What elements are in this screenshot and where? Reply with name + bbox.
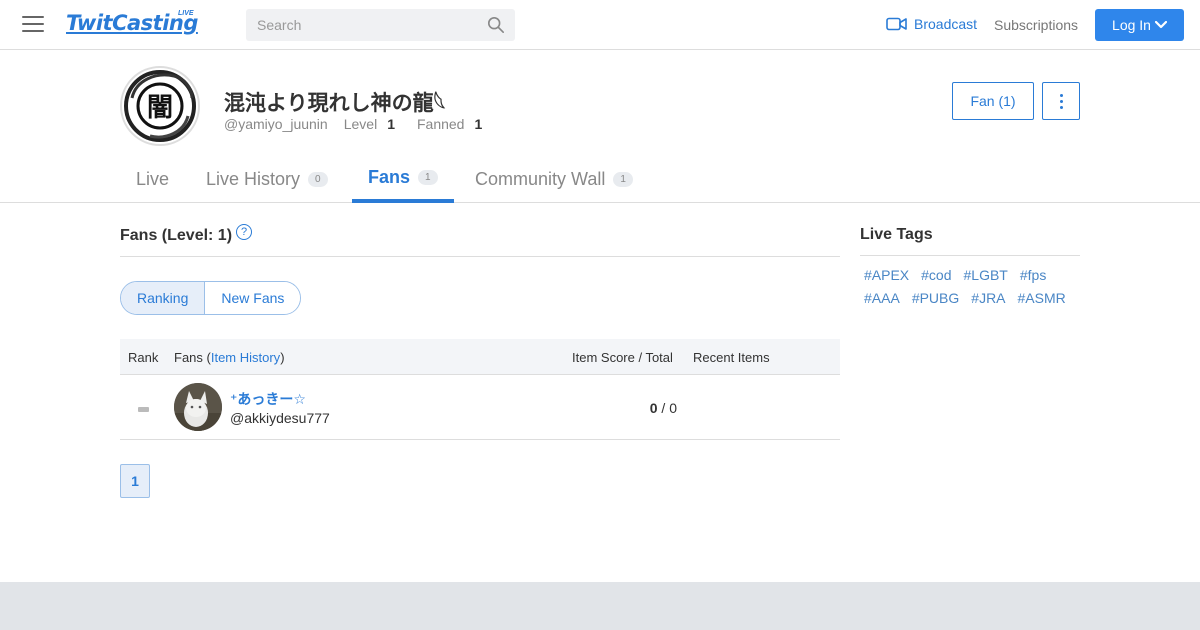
live-tags-title: Live Tags bbox=[860, 226, 933, 243]
tab-count-badge: 1 bbox=[613, 171, 633, 187]
tab-label: Live bbox=[136, 168, 170, 189]
hamburger-menu-icon[interactable] bbox=[22, 16, 44, 34]
broadcast-label: Broadcast bbox=[914, 16, 978, 32]
recent-items-column-header: Recent Items bbox=[693, 350, 770, 365]
more-options-button[interactable] bbox=[1042, 82, 1080, 120]
section-divider bbox=[120, 256, 840, 257]
subscriptions-link[interactable]: Subscriptions bbox=[994, 17, 1078, 33]
item-history-link[interactable]: Item History bbox=[211, 350, 280, 365]
chevron-down-icon bbox=[1154, 21, 1167, 29]
profile-handle: @yamiyo_juunin bbox=[224, 116, 328, 132]
fan-button[interactable]: Fan (1) bbox=[952, 82, 1034, 120]
sidebar-divider bbox=[860, 255, 1080, 256]
fans-table-header: Rank Fans (Item History) Item Score / To… bbox=[120, 339, 840, 375]
tag-link[interactable]: #cod bbox=[917, 266, 955, 289]
search-box bbox=[246, 9, 515, 41]
profile-avatar: 闇 bbox=[120, 66, 200, 146]
pagination-page-1[interactable]: 1 bbox=[120, 464, 150, 498]
tag-link[interactable]: #PUBG bbox=[908, 289, 963, 312]
fanned-label: Fanned bbox=[416, 116, 465, 132]
white-cat-photo bbox=[174, 383, 222, 431]
profile-name: 混沌より現れし神の龍𓆩 bbox=[224, 91, 446, 115]
total-value: 0 bbox=[669, 400, 677, 416]
level-value: 1 bbox=[387, 116, 395, 132]
fans-column-prefix: Fans ( bbox=[174, 350, 211, 365]
fan-handle: @akkiydesu777 bbox=[230, 410, 330, 426]
profile-tabs: Live Live History 0 Fans 1 Community Wal… bbox=[0, 155, 1200, 203]
rank-placeholder-dash bbox=[138, 407, 149, 412]
fans-section-title-text: Fans (Level: 1) bbox=[120, 227, 233, 244]
broadcast-link[interactable]: Broadcast bbox=[886, 16, 977, 32]
tab-live-history[interactable]: Live History 0 bbox=[190, 155, 344, 203]
score-value: 0 bbox=[649, 400, 658, 416]
tab-count-badge: 1 bbox=[418, 169, 438, 185]
kebab-menu-icon bbox=[1059, 93, 1063, 109]
fan-name-link[interactable]: ⁺あっきー☆ bbox=[230, 389, 306, 409]
search-icon[interactable] bbox=[487, 16, 505, 34]
tag-link[interactable]: #ASMR bbox=[1014, 289, 1070, 312]
new-fans-toggle-button[interactable]: New Fans bbox=[205, 282, 301, 314]
score-column-header: Item Score / Total bbox=[572, 350, 673, 365]
login-label: Log In bbox=[1112, 17, 1151, 33]
tag-link[interactable]: #fps bbox=[1016, 266, 1050, 289]
tab-count-badge: 0 bbox=[308, 171, 328, 187]
tab-community-wall[interactable]: Community Wall 1 bbox=[459, 155, 649, 203]
fanned-value: 1 bbox=[474, 116, 483, 132]
level-label: Level bbox=[343, 116, 378, 132]
fans-column-header: Fans (Item History) bbox=[174, 350, 285, 365]
score-separator: / bbox=[657, 400, 670, 416]
ranking-toggle-button[interactable]: Ranking bbox=[121, 282, 206, 314]
fans-section-title: Fans (Level: 1) ? bbox=[120, 224, 253, 245]
top-navigation-bar: TwitCasting LIVE Broadcast Subscriptions… bbox=[0, 0, 1200, 50]
fans-column-suffix: ) bbox=[280, 350, 285, 365]
tab-live[interactable]: Live bbox=[120, 155, 185, 203]
rank-column-header: Rank bbox=[128, 350, 159, 365]
tab-label: Community Wall bbox=[475, 168, 606, 189]
tab-label: Fans bbox=[368, 166, 411, 187]
fans-sort-toggle: Ranking New Fans bbox=[120, 281, 302, 315]
fan-avatar[interactable] bbox=[174, 383, 222, 431]
search-input[interactable] bbox=[246, 9, 476, 41]
profile-meta: @yamiyo_juunin Level 1 Fanned 1 bbox=[224, 116, 504, 132]
tab-fans[interactable]: Fans 1 bbox=[352, 155, 454, 203]
tag-link[interactable]: #LGBT bbox=[960, 266, 1012, 289]
twitcasting-logo[interactable]: TwitCasting LIVE bbox=[66, 10, 198, 39]
logo-live-badge: LIVE bbox=[178, 10, 194, 17]
dragon-emblem-image: 闇 bbox=[124, 70, 196, 142]
tab-label: Live History bbox=[206, 168, 301, 189]
avatar-glyph: 闇 bbox=[147, 93, 173, 123]
table-row: ⁺あっきー☆ @akkiydesu777 0 / 0 bbox=[120, 375, 840, 440]
tag-link[interactable]: #JRA bbox=[967, 289, 1009, 312]
live-tags-list: #APEX #cod #LGBT #fps #AAA #PUBG #JRA #A… bbox=[860, 266, 1080, 312]
help-question-icon[interactable]: ? bbox=[236, 224, 253, 240]
tag-link[interactable]: #AAA bbox=[860, 289, 904, 312]
page-footer bbox=[0, 582, 1200, 630]
fan-item-score: 0 / 0 bbox=[650, 400, 677, 416]
login-button[interactable]: Log In bbox=[1095, 9, 1184, 41]
tag-link[interactable]: #APEX bbox=[860, 266, 913, 289]
video-camera-icon bbox=[886, 17, 907, 31]
